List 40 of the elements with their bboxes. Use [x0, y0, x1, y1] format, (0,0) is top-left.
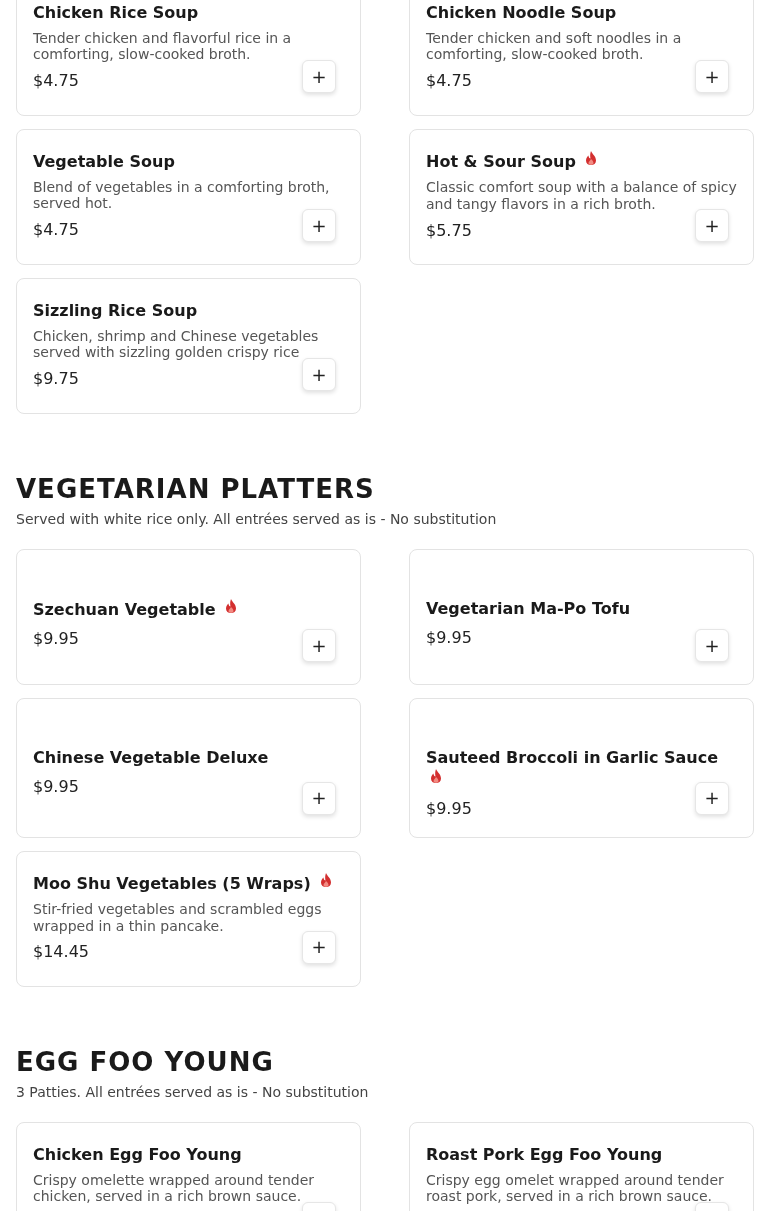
item-name: Szechuan Vegetable	[33, 600, 216, 620]
item-name: Chicken Egg Foo Young	[33, 1144, 242, 1164]
add-button[interactable]: +	[302, 781, 336, 815]
item-name: Chicken Rice Soup	[33, 2, 199, 22]
item-price: $4.75	[426, 71, 472, 91]
section-heading: VEGETARIAN PLATTERS	[16, 474, 376, 506]
item-price: $9.95	[33, 777, 79, 796]
add-button[interactable]: +	[695, 60, 729, 93]
item-name: Sauteed Broccoli in Garlic Sauce	[426, 748, 718, 768]
add-button[interactable]: +	[302, 60, 336, 93]
add-button[interactable]: +	[695, 781, 729, 815]
section-subtitle: Served with white rice only. All entrées served as is - No substitution	[16, 510, 498, 530]
section-heading: EGG FOO YOUNG	[16, 1046, 275, 1078]
item-name: Vegetarian Ma-Po Tofu	[426, 599, 631, 619]
item-name: Roast Pork Egg Foo Young	[426, 1144, 663, 1164]
item-price: $5.75	[426, 220, 472, 240]
add-button[interactable]: +	[302, 358, 336, 391]
item-price: $9.75	[33, 369, 79, 389]
add-button[interactable]: +	[302, 629, 336, 663]
add-button[interactable]: +	[695, 629, 729, 663]
item-name: Sizzling Rice Soup	[33, 300, 198, 320]
item-price: $4.75	[33, 220, 79, 240]
item-name: Chicken Noodle Soup	[426, 2, 617, 22]
item-description: Crispy omelette wrapped around tender chicken, served in a rich brown sauce.	[33, 1171, 316, 1206]
item-price: $9.95	[426, 628, 472, 647]
item-name: Vegetable Soup	[33, 151, 175, 171]
item-price: $4.75	[33, 71, 79, 91]
add-button[interactable]: +	[695, 209, 729, 242]
item-price: $9.95	[426, 798, 472, 818]
item-name: Hot & Sour Soup	[426, 152, 576, 172]
section-subtitle: 3 Patties. All entrées served as is - No substitution	[16, 1082, 370, 1102]
add-button[interactable]: +	[302, 209, 336, 242]
item-price: $9.95	[33, 629, 79, 648]
item-description: Tender chicken and soft noodles in a comforting, slow-cooked broth.	[426, 29, 683, 64]
item-name: Chinese Vegetable Deluxe	[33, 748, 269, 768]
add-button[interactable]: +	[302, 930, 336, 964]
item-description: Tender chicken and flavorful rice in a comforting, slow-cooked broth.	[33, 29, 293, 64]
item-price: $14.45	[33, 942, 89, 962]
item-description: Crispy egg omelet wrapped around tender roast pork, served in a rich brown sauce.	[426, 1171, 725, 1206]
item-name: Moo Shu Vegetables (5 Wraps)	[33, 874, 311, 894]
